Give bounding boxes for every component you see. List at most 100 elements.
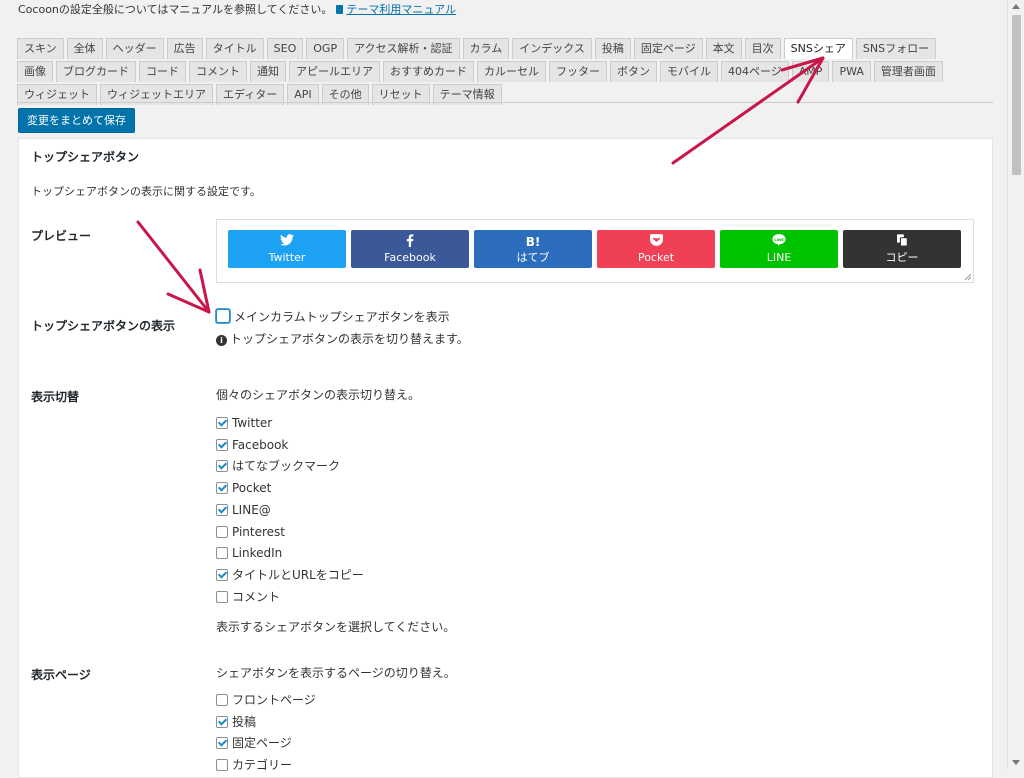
tab-1-5[interactable]: タイトル xyxy=(205,38,264,59)
tab-2-4[interactable]: コメント xyxy=(189,61,247,82)
share-toggle-label: Pocket xyxy=(232,481,272,496)
tab-1-15[interactable]: SNSシェア xyxy=(783,38,853,59)
tabs-divider xyxy=(17,102,993,103)
info-icon: i xyxy=(216,335,227,346)
share-toggle-checkbox[interactable] xyxy=(216,568,228,581)
tab-2-11[interactable]: モバイル xyxy=(660,61,718,82)
share-page-option[interactable]: カテゴリー xyxy=(216,757,292,775)
share-button-twitter[interactable]: Twitter xyxy=(228,230,346,268)
tab-1-4[interactable]: 広告 xyxy=(166,38,203,59)
tab-1-16[interactable]: SNSフォロー xyxy=(855,38,937,59)
tab-2-15[interactable]: 管理者画面 xyxy=(873,61,943,82)
main-column-top-share-checkbox[interactable] xyxy=(216,309,230,323)
tab-2-13[interactable]: AMP xyxy=(791,61,830,82)
pages-label: 表示ページ xyxy=(31,668,91,682)
tab-1-1[interactable]: スキン xyxy=(17,38,64,59)
top-share-settings-panel: トップシェアボタン トップシェアボタンの表示に関する設定です。 プレビュー Tw… xyxy=(18,138,993,778)
tab-1-10[interactable]: インデックス xyxy=(512,38,592,59)
share-toggle-option[interactable]: Pinterest xyxy=(216,524,285,542)
scroll-up-icon[interactable] xyxy=(1012,4,1020,9)
share-toggle-checkbox[interactable] xyxy=(216,438,228,451)
share-toggle-checkbox[interactable] xyxy=(216,482,228,495)
share-page-checkbox[interactable] xyxy=(216,759,228,772)
share-page-checkbox[interactable] xyxy=(216,737,228,750)
tab-2-7[interactable]: おすすめカード xyxy=(383,61,474,82)
share-toggle-option[interactable]: LinkedIn xyxy=(216,545,282,563)
display-hint-text: トップシェアボタンの表示を切り替えます。 xyxy=(230,332,469,346)
share-button-hatebu[interactable]: B! はてブ xyxy=(474,230,592,268)
page-scrollbar[interactable] xyxy=(1007,0,1024,769)
tab-1-14[interactable]: 目次 xyxy=(744,38,781,59)
tab-1-9[interactable]: カラム xyxy=(462,38,510,59)
tab-1-2[interactable]: 全体 xyxy=(66,38,103,59)
svg-text:LINE: LINE xyxy=(774,237,784,242)
display-label: トップシェアボタンの表示 xyxy=(31,319,176,333)
share-button-copy[interactable]: コピー xyxy=(843,230,961,268)
tab-1-11[interactable]: 投稿 xyxy=(594,38,631,59)
manual-link[interactable]: テーマ利用マニュアル xyxy=(346,3,456,16)
tab-2-2[interactable]: ブログカード xyxy=(56,61,136,82)
facebook-icon xyxy=(351,234,469,251)
share-toggle-label: Facebook xyxy=(232,437,289,452)
line-icon: LINE xyxy=(720,234,838,251)
share-button-facebook[interactable]: Facebook xyxy=(351,230,469,268)
hatebu-icon: B! xyxy=(525,235,541,249)
share-button-label: はてブ xyxy=(516,251,550,264)
manual-notice: Cocoonの設定全般についてはマニュアルを参照してください。 テーマ利用マニュア… xyxy=(18,1,456,17)
tab-1-12[interactable]: 固定ページ xyxy=(633,38,703,59)
section-description: トップシェアボタンの表示に関する設定です。 xyxy=(31,185,261,198)
share-toggle-checkbox[interactable] xyxy=(216,525,228,538)
share-page-checkbox[interactable] xyxy=(216,694,228,706)
share-toggle-option[interactable]: タイトルとURLをコピー xyxy=(216,567,364,585)
share-button-line[interactable]: LINE LINE xyxy=(720,230,838,268)
share-toggle-label: LINE@ xyxy=(232,502,271,517)
tab-2-14[interactable]: PWA xyxy=(832,61,871,82)
share-page-label: 投稿 xyxy=(232,714,257,729)
save-all-button[interactable]: 変更をまとめて保存 xyxy=(18,108,135,133)
tab-2-12[interactable]: 404ページ xyxy=(721,61,789,82)
tab-2-9[interactable]: フッター xyxy=(549,61,607,82)
share-toggle-option[interactable]: LINE@ xyxy=(216,502,271,520)
tab-1-8[interactable]: アクセス解析・認証 xyxy=(347,38,460,59)
share-toggle-option[interactable]: はてなブックマーク xyxy=(216,458,340,476)
share-page-label: 固定ページ xyxy=(232,736,292,751)
share-toggle-label: コメント xyxy=(232,589,281,604)
tab-2-3[interactable]: コード xyxy=(139,61,186,82)
toggle-note: 表示するシェアボタンを選択してください。 xyxy=(216,620,456,634)
tab-1-13[interactable]: 本文 xyxy=(705,38,742,59)
share-toggle-option[interactable]: Twitter xyxy=(216,415,272,433)
tab-1-3[interactable]: ヘッダー xyxy=(105,38,164,59)
share-page-option[interactable]: フロントページ xyxy=(216,692,316,710)
toggle-intro: 個々のシェアボタンの表示切り替え。 xyxy=(216,388,421,402)
notice-text: Cocoonの設定全般についてはマニュアルを参照してください。 xyxy=(18,3,333,16)
share-page-option[interactable]: 固定ページ xyxy=(216,735,292,753)
share-button-pocket[interactable]: Pocket xyxy=(597,230,715,268)
share-page-checkbox[interactable] xyxy=(216,715,228,728)
share-toggle-option[interactable]: コメント xyxy=(216,589,280,607)
tab-row-2: 画像 ブログカード コード コメント 通知 アピールエリア おすすめカード カルーセル フッター… xyxy=(17,61,993,83)
share-toggle-option[interactable]: Facebook xyxy=(216,437,288,455)
pocket-icon xyxy=(597,234,715,251)
tab-2-8[interactable]: カルーセル xyxy=(477,61,546,82)
share-toggle-checkbox[interactable] xyxy=(216,417,228,429)
tab-2-1[interactable]: 画像 xyxy=(17,61,53,82)
toggle-label: 表示切替 xyxy=(31,390,80,404)
main-column-top-share-option[interactable]: メインカラムトップシェアボタンを表示 xyxy=(216,309,450,327)
resize-handle-icon[interactable] xyxy=(964,273,972,281)
share-page-label: フロントページ xyxy=(232,693,316,707)
scroll-down-icon[interactable] xyxy=(1012,760,1020,765)
preview-label: プレビュー xyxy=(31,229,92,243)
share-toggle-checkbox[interactable] xyxy=(216,547,228,560)
tab-1-6[interactable]: SEO xyxy=(266,38,304,59)
share-toggle-checkbox[interactable] xyxy=(216,503,228,516)
tab-2-5[interactable]: 通知 xyxy=(250,61,286,82)
share-toggle-checkbox[interactable] xyxy=(216,460,228,473)
share-toggle-checkbox[interactable] xyxy=(216,590,228,603)
share-page-option[interactable]: 投稿 xyxy=(216,714,256,732)
tab-1-7[interactable]: OGP xyxy=(306,38,345,59)
tab-2-10[interactable]: ボタン xyxy=(610,61,657,82)
share-toggle-option[interactable]: Pocket xyxy=(216,480,271,498)
display-hint: i トップシェアボタンの表示を切り替えます。 xyxy=(216,330,469,347)
tab-2-6[interactable]: アピールエリア xyxy=(289,61,380,82)
scroll-thumb[interactable] xyxy=(1012,15,1021,175)
